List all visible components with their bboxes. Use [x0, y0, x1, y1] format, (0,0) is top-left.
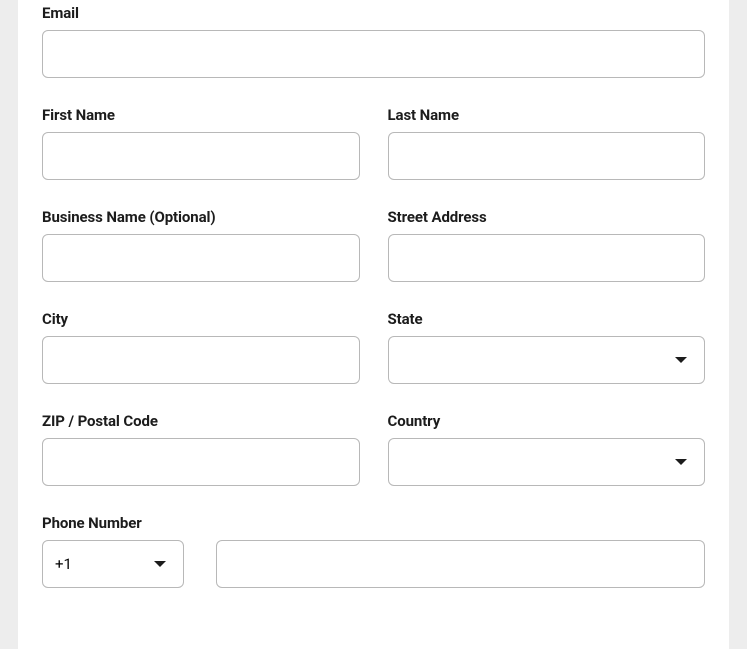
- name-row: First Name Last Name: [42, 106, 705, 180]
- country-select[interactable]: [388, 438, 706, 486]
- address-form: Email First Name Last Name Business Name…: [42, 0, 705, 588]
- business-name-field-group: Business Name (Optional): [42, 208, 360, 282]
- street-address-input[interactable]: [388, 234, 706, 282]
- last-name-input[interactable]: [388, 132, 706, 180]
- zip-input[interactable]: [42, 438, 360, 486]
- first-name-label: First Name: [42, 106, 360, 124]
- first-name-field-group: First Name: [42, 106, 360, 180]
- country-select-wrap: [388, 438, 706, 486]
- last-name-label: Last Name: [388, 106, 706, 124]
- country-field-group: Country: [388, 412, 706, 486]
- city-label: City: [42, 310, 360, 328]
- zip-country-row: ZIP / Postal Code Country: [42, 412, 705, 486]
- business-name-input[interactable]: [42, 234, 360, 282]
- form-card: Email First Name Last Name Business Name…: [18, 0, 729, 649]
- state-field-group: State: [388, 310, 706, 384]
- business-street-row: Business Name (Optional) Street Address: [42, 208, 705, 282]
- street-address-field-group: Street Address: [388, 208, 706, 282]
- phone-number-input[interactable]: [216, 540, 705, 588]
- phone-label: Phone Number: [42, 514, 705, 532]
- email-input[interactable]: [42, 30, 705, 78]
- business-name-label: Business Name (Optional): [42, 208, 360, 226]
- zip-label: ZIP / Postal Code: [42, 412, 360, 430]
- street-address-label: Street Address: [388, 208, 706, 226]
- email-label: Email: [42, 4, 705, 22]
- phone-code-select-wrap: +1: [42, 540, 184, 588]
- city-field-group: City: [42, 310, 360, 384]
- city-state-row: City State: [42, 310, 705, 384]
- state-select-wrap: [388, 336, 706, 384]
- phone-row: +1: [42, 540, 705, 588]
- phone-field-group: Phone Number +1: [42, 514, 705, 588]
- phone-number-wrap: [216, 540, 705, 588]
- phone-code-select[interactable]: +1: [42, 540, 184, 588]
- state-select[interactable]: [388, 336, 706, 384]
- city-input[interactable]: [42, 336, 360, 384]
- country-label: Country: [388, 412, 706, 430]
- state-label: State: [388, 310, 706, 328]
- first-name-input[interactable]: [42, 132, 360, 180]
- email-field-group: Email: [42, 4, 705, 78]
- last-name-field-group: Last Name: [388, 106, 706, 180]
- zip-field-group: ZIP / Postal Code: [42, 412, 360, 486]
